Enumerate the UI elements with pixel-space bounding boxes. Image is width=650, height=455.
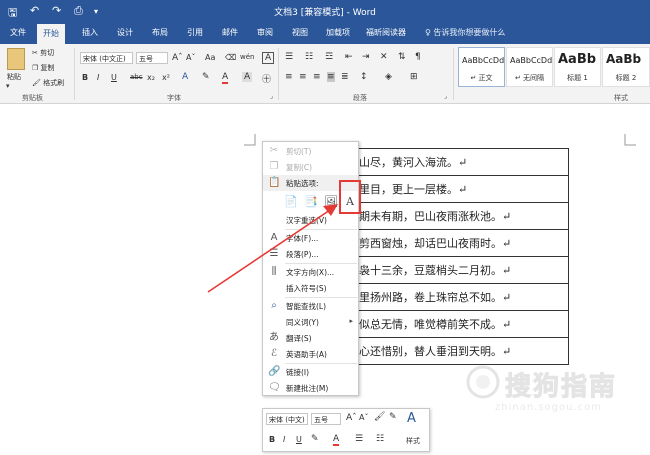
mini-underline-button[interactable]: U bbox=[296, 435, 302, 444]
mini-font-color-icon[interactable]: A bbox=[333, 434, 340, 446]
mini-toolbar: 宋体 (中文) 五号 Aˆ Aˇ 🖌 ✎ A B I U ✎ A ☰ ☷ 样式 bbox=[262, 408, 430, 452]
mini-numbering-icon[interactable]: ☷ bbox=[376, 434, 384, 444]
watermark-text: 搜狗指南 bbox=[504, 372, 618, 403]
mini-font-size-box[interactable]: 五号 bbox=[311, 413, 341, 425]
mini-styles-icon[interactable]: A bbox=[407, 411, 416, 426]
watermark: 搜狗指南 zhinan.sogou.com bbox=[465, 358, 645, 418]
mini-shrink-font-button[interactable]: Aˇ bbox=[359, 413, 368, 422]
mini-styles-label: 样式 bbox=[406, 437, 420, 445]
sogou-logo-icon bbox=[466, 365, 500, 399]
mini-font-name-box[interactable]: 宋体 (中文) bbox=[266, 413, 308, 425]
mini-bullets-icon[interactable]: ☰ bbox=[355, 434, 363, 444]
mini-grow-font-button[interactable]: Aˆ bbox=[346, 413, 357, 423]
mini-bold-button[interactable]: B bbox=[269, 435, 275, 444]
mini-highlight-icon[interactable]: ✎ bbox=[311, 434, 319, 444]
mini-italic-button[interactable]: I bbox=[283, 435, 285, 444]
mini-text-effects-icon[interactable]: ✎ bbox=[389, 412, 397, 422]
watermark-url: zhinan.sogou.com bbox=[495, 402, 603, 413]
mini-format-painter-icon[interactable]: 🖌 bbox=[374, 412, 385, 422]
